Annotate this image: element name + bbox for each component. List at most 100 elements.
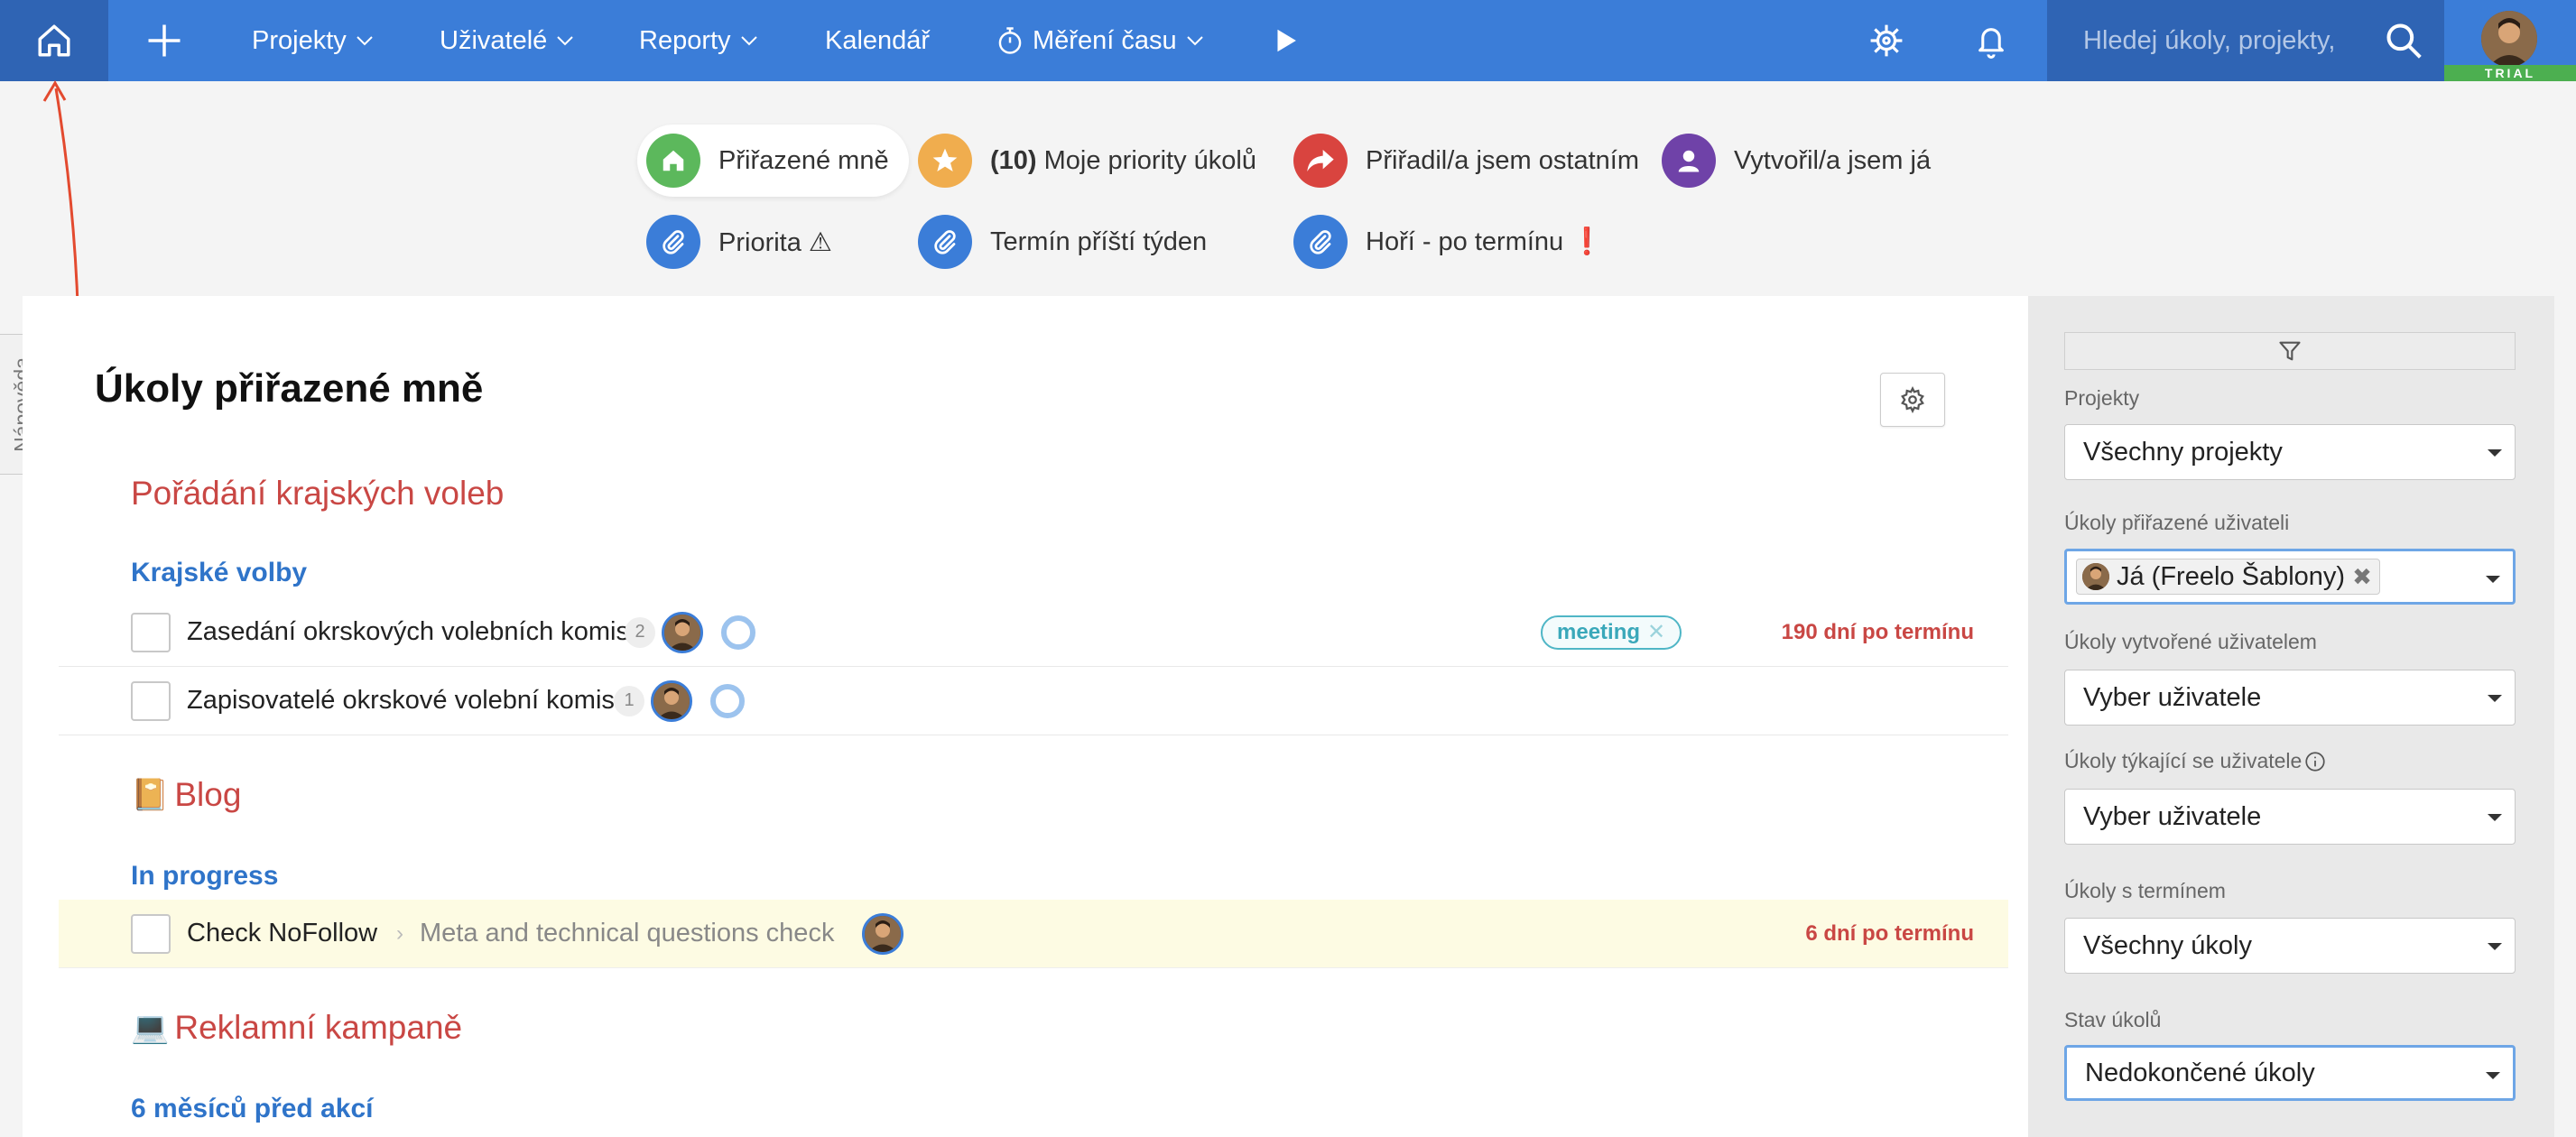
chevron-down-icon	[356, 35, 374, 46]
project-name: Pořádání krajských voleb	[131, 475, 505, 512]
filter-sidebar: Projekty Všechny projekty Úkoly přiřazen…	[2028, 296, 2554, 1137]
nav-menu-calendar[interactable]: Kalendář	[825, 0, 930, 81]
home-icon	[38, 24, 70, 57]
avatar	[2481, 11, 2537, 67]
progress-ring-icon[interactable]	[710, 683, 745, 718]
quick-filter-assigned-to-others[interactable]: Přiřadil/a jsem ostatním	[1284, 125, 1659, 197]
quick-filter-overdue[interactable]: Hoří - po termínu ❗	[1284, 206, 1623, 278]
search-button[interactable]	[2372, 0, 2435, 81]
filter-select-concerning[interactable]: Vyber uživatele	[2064, 789, 2516, 845]
quick-filter-label: Přiřadil/a jsem ostatním	[1366, 145, 1639, 175]
chip-label: Já (Freelo Šablony)	[2117, 561, 2346, 591]
task-checkbox[interactable]	[131, 612, 171, 652]
project-title[interactable]: 💻 Reklamní kampaně	[131, 1009, 462, 1047]
nav-menu-projects[interactable]: Projekty	[252, 0, 374, 81]
info-icon[interactable]	[2303, 750, 2327, 773]
top-navbar: Projekty Uživatelé Reporty Kalendář Měře…	[0, 0, 2576, 81]
project-title[interactable]: 📔 Blog	[131, 776, 241, 814]
nav-menu-timetracking[interactable]: Měření času	[996, 0, 1204, 81]
play-timer-button[interactable]	[1264, 0, 1309, 81]
tag-meeting[interactable]: meeting ✕	[1541, 615, 1682, 650]
quick-filter-my-priorities[interactable]: (10) Moje priority úkolů	[909, 125, 1276, 197]
project-name: Reklamní kampaně	[174, 1009, 463, 1046]
filter-label-text: Úkoly týkající se uživatele	[2064, 749, 2303, 772]
quick-filter-label: Přiřazené mně	[718, 145, 889, 175]
trial-badge: TRIAL	[2444, 65, 2576, 81]
filter-label-assigned: Úkoly přiřazené uživateli	[2064, 511, 2290, 534]
filter-label-concerning: Úkoly týkající se uživatele	[2064, 749, 2327, 773]
chevron-down-icon	[740, 35, 758, 46]
close-icon[interactable]: ✕	[1647, 619, 1665, 645]
chevron-down-icon	[556, 35, 574, 46]
quick-filter-label: Vytvořil/a jsem já	[1734, 145, 1932, 175]
stopwatch-icon	[996, 26, 1024, 55]
filter-select-created[interactable]: Vyber uživatele	[2064, 670, 2516, 726]
search-bar	[2047, 0, 2444, 81]
filter-toggle[interactable]	[2064, 332, 2516, 370]
task-name[interactable]: Zapisovatelé okrskové volební komise	[187, 686, 629, 716]
filter-icon	[2279, 341, 2301, 361]
filter-select-projects[interactable]: Všechny projekty	[2064, 424, 2516, 480]
assignee-avatar[interactable]	[651, 679, 692, 722]
avatar	[2082, 563, 2109, 590]
overdue-label: 6 dní po termínu	[1805, 920, 1974, 946]
task-checkbox[interactable]	[131, 680, 171, 721]
notifications-button[interactable]	[1966, 0, 2016, 81]
nav-menu-reports-label: Reporty	[639, 25, 731, 55]
nav-menu-users-label: Uživatelé	[440, 25, 548, 55]
task-row[interactable]: Zasedání okrskových volebních komisí 2 m…	[59, 598, 2008, 667]
chevron-down-icon	[1186, 35, 1204, 46]
tasklist-title[interactable]: In progress	[131, 861, 278, 892]
gear-icon	[1901, 386, 1924, 413]
helm-icon	[1870, 24, 1903, 57]
filter-select-deadline[interactable]: Všechny úkoly	[2064, 918, 2516, 974]
task-list-panel: Úkoly přiřazené mně Pořádání krajských v…	[23, 296, 2028, 1137]
quick-filter-label: Priorita ⚠	[718, 227, 832, 257]
tag-label: meeting	[1557, 619, 1641, 644]
add-button[interactable]	[135, 0, 193, 81]
user-chip: Já (Freelo Šablony) ✖	[2076, 559, 2380, 595]
priority-count: (10)	[990, 145, 1037, 175]
parent-task-link[interactable]: Meta and technical questions check	[420, 919, 834, 948]
filter-label-projects: Projekty	[2064, 386, 2140, 410]
remove-icon[interactable]: ✖	[2352, 563, 2372, 591]
page-title: Úkoly přiřazené mně	[95, 366, 484, 411]
select-value: Vyber uživatele	[2083, 801, 2262, 831]
view-settings-button[interactable]	[1880, 373, 1945, 427]
paperclip-icon	[918, 215, 972, 269]
task-row[interactable]: Zapisovatelé okrskové volební komise 1	[59, 667, 2008, 735]
play-icon	[1277, 29, 1296, 52]
quick-filter-priority[interactable]: Priorita ⚠	[637, 206, 852, 278]
tasklist-title[interactable]: Krajské volby	[131, 558, 307, 588]
quick-filter-created-by-me[interactable]: Vytvořil/a jsem já	[1653, 125, 1951, 197]
quick-filter-assigned-to-me[interactable]: Přiřazené mně	[637, 125, 909, 197]
subtask-count: 1	[614, 685, 644, 716]
bell-icon	[1978, 28, 2004, 59]
subtask-count: 2	[625, 616, 655, 648]
task-name[interactable]: Check NoFollow	[187, 919, 377, 948]
caret-down-icon	[2488, 943, 2502, 950]
filter-select-assigned[interactable]: Já (Freelo Šablony) ✖	[2064, 549, 2516, 605]
tasklist-title[interactable]: 6 měsíců před akcí	[131, 1094, 373, 1124]
nav-menu-users[interactable]: Uživatelé	[440, 0, 574, 81]
filter-select-state[interactable]: Nedokončené úkoly	[2064, 1045, 2516, 1101]
select-value: Vyber uživatele	[2083, 682, 2262, 712]
assignee-avatar[interactable]	[862, 912, 903, 955]
task-row[interactable]: Check NoFollow › Meta and technical ques…	[59, 900, 2008, 968]
home-button[interactable]	[0, 0, 108, 81]
quick-filter-deadline-next-week[interactable]: Termín příští týden	[909, 206, 1227, 278]
integrations-button[interactable]	[1861, 0, 1912, 81]
nav-menu-reports[interactable]: Reporty	[639, 0, 758, 81]
search-input[interactable]	[2083, 25, 2381, 56]
user-menu[interactable]: TRIAL	[2444, 0, 2576, 81]
progress-ring-icon[interactable]	[721, 615, 755, 650]
exclamation-icon: ❗	[1571, 227, 1604, 256]
task-name[interactable]: Zasedání okrskových volebních komisí	[187, 617, 636, 647]
select-value: Nedokončené úkoly	[2085, 1058, 2315, 1087]
project-title[interactable]: Pořádání krajských voleb	[131, 475, 504, 513]
assignee-avatar[interactable]	[662, 611, 703, 653]
user-icon	[1662, 134, 1716, 188]
home-icon	[646, 134, 700, 188]
caret-down-icon	[2488, 814, 2502, 821]
task-checkbox[interactable]	[131, 913, 171, 954]
